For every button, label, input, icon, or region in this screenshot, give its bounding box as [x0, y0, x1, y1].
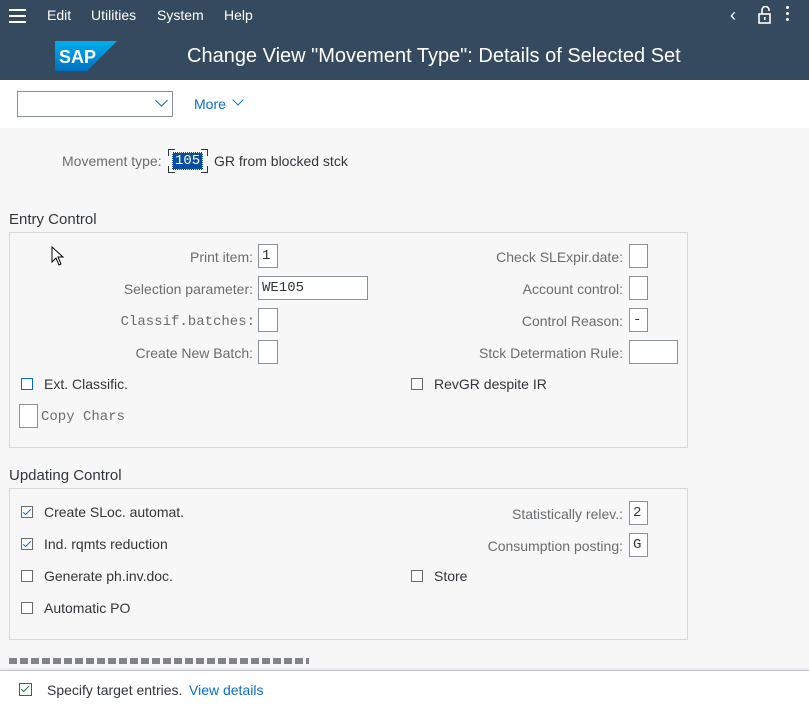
toolbar: More [0, 80, 809, 129]
main-content: Movement type: 105 GR from blocked stck … [0, 128, 809, 704]
menu-edit[interactable]: Edit [47, 7, 71, 23]
unlock-icon[interactable] [757, 6, 773, 24]
create-new-batch-label: Create New Batch: [135, 345, 254, 361]
updating-control-title: Updating Control [9, 467, 122, 484]
check-slexpir-label: Check SLExpir.date: [496, 249, 623, 265]
control-reason-field[interactable]: - [629, 308, 648, 332]
print-item-field[interactable]: 1 [258, 244, 278, 268]
more-chevron-down-icon[interactable] [232, 94, 244, 106]
message-text: Specify target entries. [47, 682, 183, 698]
menu-bar: Edit Utilities System Help ‹ [0, 0, 809, 32]
sap-logo: SAP [55, 41, 117, 71]
action-dropdown[interactable] [17, 91, 173, 117]
success-check-icon [19, 683, 32, 696]
ext-classific-label: Ext. Classific. [44, 376, 129, 392]
entry-control-title: Entry Control [9, 211, 97, 228]
classif-batches-label: Classif.batches: [120, 314, 255, 330]
menu-system[interactable]: System [157, 7, 204, 23]
consumption-posting-label: Consumption posting: [487, 538, 623, 554]
selection-parameter-field[interactable]: WE105 [258, 276, 368, 300]
statistically-relev-label: Statistically relev.: [512, 506, 623, 522]
print-item-label: Print item: [189, 249, 253, 265]
hamburger-menu-icon[interactable] [9, 9, 26, 23]
selection-parameter-label: Selection parameter: [123, 281, 253, 297]
revgr-label: RevGR despite IR [434, 376, 547, 392]
chevron-down-icon [155, 94, 168, 107]
create-sloc-label: Create SLoc. automat. [44, 504, 185, 520]
movement-type-description: GR from blocked stck [214, 153, 348, 169]
next-section-title-clipped [9, 658, 309, 664]
automatic-po-checkbox[interactable] [21, 602, 33, 614]
menu-utilities[interactable]: Utilities [91, 7, 136, 23]
create-new-batch-field[interactable] [258, 340, 278, 364]
copy-chars-field[interactable] [19, 404, 38, 428]
create-sloc-checkbox[interactable] [21, 506, 33, 518]
revgr-checkbox[interactable] [411, 378, 423, 390]
mouse-cursor-icon [51, 246, 65, 266]
account-control-field[interactable] [629, 276, 648, 300]
stck-determination-label: Stck Determation Rule: [479, 345, 623, 361]
ind-rqmts-label: Ind. rqmts reduction [44, 536, 168, 552]
stck-determination-field[interactable] [629, 340, 678, 364]
copy-chars-label: Copy Chars [41, 409, 126, 425]
control-reason-label: Control Reason: [521, 313, 623, 329]
vertical-ellipsis-icon[interactable] [786, 6, 790, 24]
automatic-po-label: Automatic PO [44, 600, 131, 616]
check-slexpir-field[interactable] [629, 244, 648, 268]
generate-phinv-label: Generate ph.inv.doc. [44, 568, 173, 584]
ind-rqmts-checkbox[interactable] [21, 538, 33, 550]
svg-text:SAP: SAP [59, 47, 96, 67]
ext-classific-checkbox[interactable] [21, 378, 33, 390]
generate-phinv-checkbox[interactable] [21, 570, 33, 582]
more-button[interactable]: More [194, 96, 226, 112]
consumption-posting-field[interactable]: G [629, 533, 648, 557]
menu-help[interactable]: Help [224, 7, 253, 23]
account-control-label: Account control: [522, 281, 623, 297]
view-details-link[interactable]: View details [189, 682, 263, 698]
chevron-left-icon[interactable]: ‹ [730, 5, 736, 26]
page-title: Change View "Movement Type": Details of … [187, 45, 681, 67]
movement-type-label: Movement type: [62, 153, 162, 169]
classif-batches-field[interactable] [258, 308, 278, 332]
title-bar: SAP Change View "Movement Type": Details… [0, 32, 809, 80]
store-checkbox[interactable] [411, 570, 423, 582]
store-label: Store [434, 568, 468, 584]
movement-type-value: 105 [172, 152, 204, 170]
statistically-relev-field[interactable]: 2 [629, 501, 648, 525]
movement-type-field[interactable]: 105 [168, 149, 208, 173]
message-bar: Specify target entries. View details [0, 670, 809, 705]
